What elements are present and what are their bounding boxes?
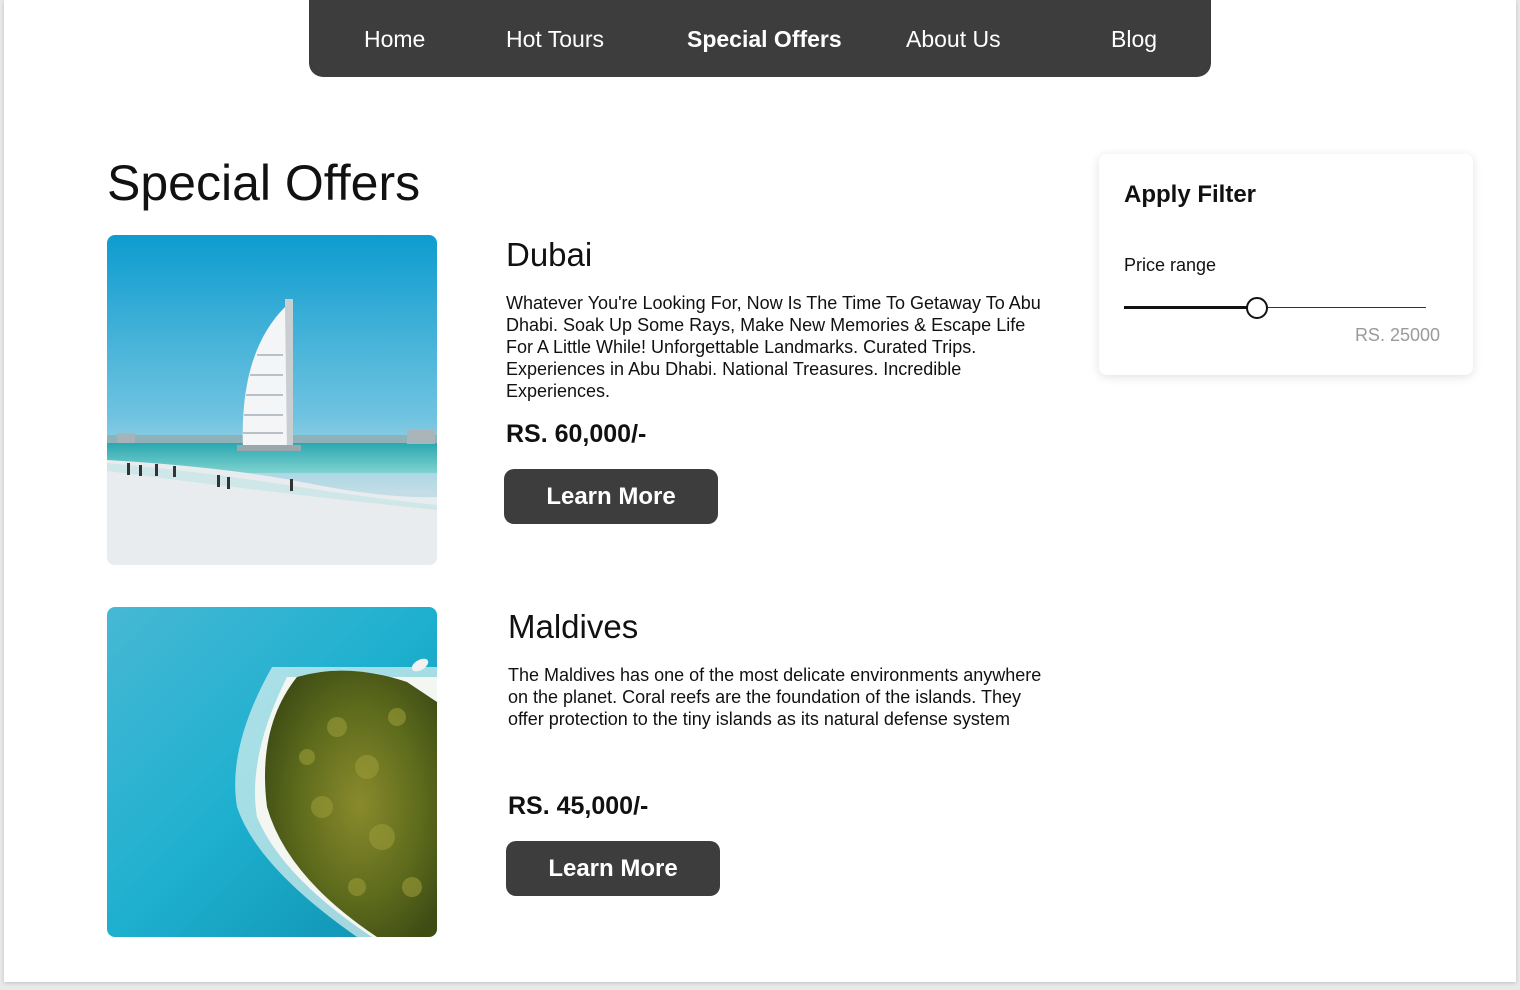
nav-about-us[interactable]: About Us: [906, 0, 1001, 77]
offer-price-dubai: RS. 60,000/-: [506, 420, 647, 448]
maldives-island-image: [107, 607, 437, 937]
offer-name-maldives: Maldives: [508, 608, 639, 645]
offer-name-dubai: Dubai: [506, 236, 593, 273]
price-slider-value: RS. 25000: [1354, 325, 1440, 345]
learn-more-button-dubai[interactable]: Learn More: [504, 469, 718, 524]
price-slider-fill: [1124, 306, 1257, 309]
page-title: Special Offers: [107, 155, 421, 211]
nav-special-offers[interactable]: Special Offers: [687, 0, 842, 77]
offer-description-dubai: Whatever You're Looking For, Now Is The …: [506, 293, 1041, 401]
price-slider-thumb[interactable]: [1245, 297, 1268, 319]
offer-description-maldives: The Maldives has one of the most delicat…: [508, 665, 1042, 729]
page: Home Hot Tours Special Offers About Us B…: [4, 0, 1516, 982]
nav-blog[interactable]: Blog: [1111, 0, 1157, 77]
filter-title: Apply Filter: [1124, 181, 1257, 208]
nav-hot-tours[interactable]: Hot Tours: [506, 0, 604, 77]
dubai-photo: [107, 235, 437, 565]
learn-more-button-maldives[interactable]: Learn More: [506, 841, 720, 896]
filter-panel: Apply Filter Price range RS. 25000: [1099, 154, 1473, 375]
dubai-burj-al-arab-image: [107, 235, 437, 565]
maldives-photo: [107, 607, 437, 937]
nav-home[interactable]: Home: [364, 0, 425, 77]
top-navbar: Home Hot Tours Special Offers About Us B…: [309, 0, 1211, 77]
price-range-label: Price range: [1124, 255, 1217, 275]
offer-price-maldives: RS. 45,000/-: [508, 792, 649, 820]
